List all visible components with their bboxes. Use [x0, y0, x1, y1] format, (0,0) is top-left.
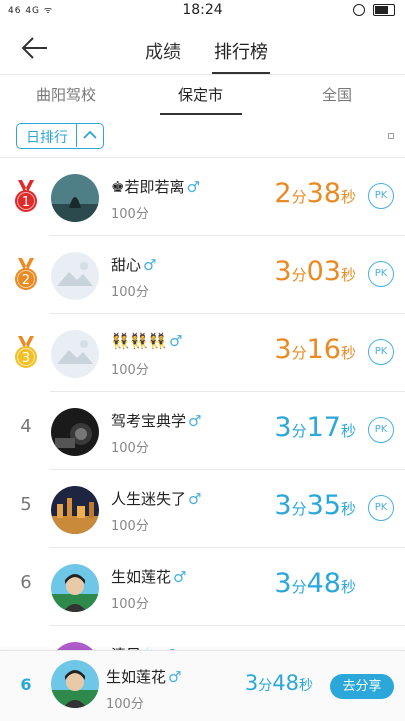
- user-name: ♚若即若离 ♂: [111, 178, 200, 196]
- user-name: 👯👯👯 ♂: [111, 332, 183, 350]
- svg-text:2: 2: [22, 273, 30, 288]
- rank-number: 6: [20, 572, 32, 593]
- my-rank-number: 6: [20, 675, 32, 694]
- user-score: 100分: [111, 597, 149, 612]
- svg-text:1: 1: [22, 195, 30, 210]
- my-rank-bar: 6 生如莲花 ♂ 100分 3分48秒 去分享: [0, 650, 405, 721]
- indicator-dot: [388, 133, 394, 139]
- user-time: 3分16秒: [274, 334, 356, 365]
- user-avatar[interactable]: [51, 252, 99, 300]
- user-score: 100分: [111, 519, 149, 534]
- region-tabs: 曲阳驾校 保定市 全国: [0, 75, 405, 115]
- leaderboard-row[interactable]: 4 驾考宝典学 ♂ 100分 3分17秒 PK: [0, 392, 405, 470]
- user-avatar[interactable]: [51, 486, 99, 534]
- male-icon: ♂: [168, 668, 182, 686]
- chevron-up-icon: [76, 124, 103, 147]
- leaderboard-row[interactable]: 1 ♚若即若离 ♂ 100分 2分38秒 PK: [0, 158, 405, 236]
- my-time: 3分48秒: [244, 671, 313, 695]
- male-icon: ♂: [186, 178, 200, 196]
- user-avatar[interactable]: [51, 330, 99, 378]
- my-avatar: [51, 660, 99, 708]
- user-score: 100分: [111, 285, 149, 300]
- leaderboard-row[interactable]: 5 人生迷失了 ♂ 100分 3分35秒 PK: [0, 470, 405, 548]
- leaderboard-row[interactable]: 2 甜心 ♂ 100分 3分03秒 PK: [0, 236, 405, 314]
- back-arrow-icon[interactable]: [20, 34, 50, 62]
- male-icon: ♂: [188, 490, 202, 508]
- svg-text:3: 3: [22, 351, 30, 366]
- pk-button[interactable]: PK: [368, 339, 394, 365]
- user-name: 生如莲花 ♂: [111, 568, 187, 586]
- user-time: 3分48秒: [274, 568, 356, 599]
- male-icon: ♂: [173, 568, 187, 586]
- share-button[interactable]: 去分享: [330, 674, 394, 699]
- daily-ranking-dropdown[interactable]: 日排行: [16, 123, 104, 149]
- user-time: 2分38秒: [274, 178, 356, 209]
- status-time: 18:24: [182, 2, 223, 18]
- battery-icon: [373, 4, 395, 16]
- user-avatar[interactable]: [51, 564, 99, 612]
- daily-ranking-label: 日排行: [26, 130, 68, 146]
- medal-icon: 2: [15, 258, 37, 290]
- user-avatar[interactable]: [51, 408, 99, 456]
- leaderboard-row[interactable]: 3 👯👯👯 ♂ 100分 3分16秒 PK: [0, 314, 405, 392]
- pk-button[interactable]: PK: [368, 183, 394, 209]
- region-tab-school[interactable]: 曲阳驾校: [36, 84, 96, 105]
- pk-button[interactable]: PK: [368, 417, 394, 443]
- user-score: 100分: [111, 363, 149, 378]
- male-icon: ♂: [188, 412, 202, 430]
- user-time: 3分35秒: [274, 490, 356, 521]
- tab-results[interactable]: 成绩: [145, 38, 181, 64]
- my-name: 生如莲花 ♂: [106, 668, 182, 686]
- rank-number: 5: [20, 494, 32, 515]
- pk-button[interactable]: PK: [368, 495, 394, 521]
- male-icon: ♂: [169, 332, 183, 350]
- status-bar: 46 4G ᯤ 18:24: [0, 0, 405, 22]
- user-avatar[interactable]: [51, 174, 99, 222]
- medal-icon: 3: [15, 336, 37, 368]
- filter-row: 日排行: [0, 115, 405, 157]
- pk-button[interactable]: PK: [368, 261, 394, 287]
- my-score: 100分: [106, 697, 144, 712]
- user-score: 100分: [111, 207, 149, 222]
- region-tab-city[interactable]: 保定市: [178, 84, 223, 105]
- user-name: 甜心 ♂: [111, 256, 157, 274]
- tab-leaderboard[interactable]: 排行榜: [214, 38, 268, 64]
- top-nav: 成绩 排行榜: [0, 22, 405, 74]
- medal-icon: 1: [15, 180, 37, 212]
- user-score: 100分: [111, 441, 149, 456]
- user-name: 驾考宝典学 ♂: [111, 412, 202, 430]
- status-icons: [353, 4, 395, 16]
- user-name: 人生迷失了 ♂: [111, 490, 202, 508]
- leaderboard-row[interactable]: 6 生如莲花 ♂ 100分 3分48秒: [0, 548, 405, 626]
- rank-number: 4: [20, 416, 32, 437]
- male-icon: ♂: [143, 256, 157, 274]
- region-tab-national[interactable]: 全国: [322, 84, 352, 105]
- rotation-lock-icon: [353, 4, 365, 16]
- user-time: 3分03秒: [274, 256, 356, 287]
- user-time: 3分17秒: [274, 412, 356, 443]
